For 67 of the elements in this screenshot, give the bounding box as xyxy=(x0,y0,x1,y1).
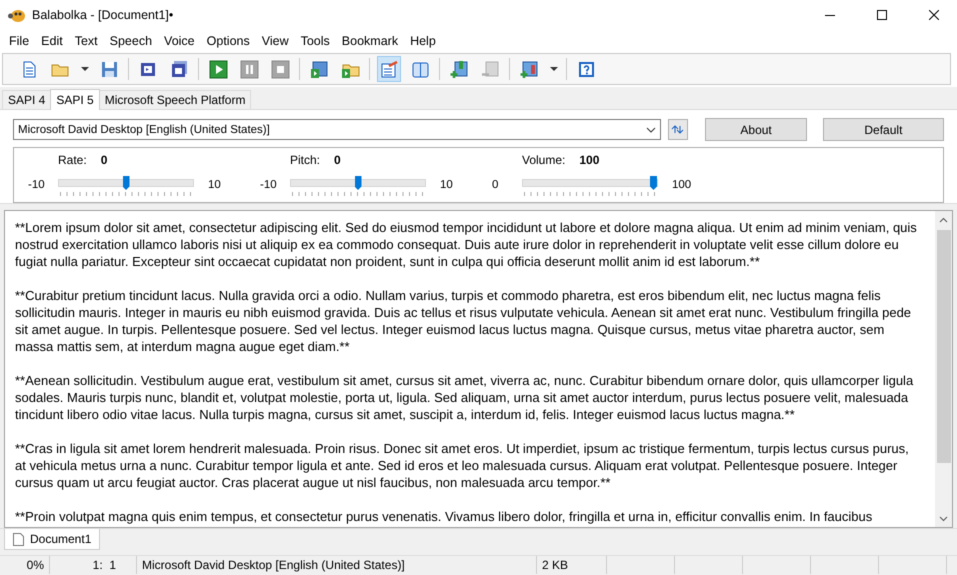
chevron-down-icon xyxy=(646,126,656,132)
menu-item[interactable]: File xyxy=(3,34,36,48)
menu-item[interactable]: Edit xyxy=(35,34,69,48)
close-icon xyxy=(929,10,939,20)
vertical-scrollbar[interactable] xyxy=(935,211,952,527)
push-button[interactable]: About xyxy=(705,118,807,141)
slider-min-label: 0 xyxy=(492,178,500,190)
book-icon xyxy=(410,60,430,78)
menu-item[interactable]: View xyxy=(256,34,295,48)
book-play-icon xyxy=(310,60,328,78)
status-cell: 0% xyxy=(0,556,50,574)
slider-label: Rate: xyxy=(58,153,87,167)
maximize-icon xyxy=(877,10,887,20)
slider-max-label: 10 xyxy=(208,178,221,190)
paragraph: **Lorem ipsum dolor sit amet, consectetur adipiscing elit. Sed do eiusmod tempor incididunt ut labore et dolore magna aliqua. Ut enim ad minim veniam, quis nostrud exercitation ullamco laboris nisi ut aliquip ex ea commodo consequat. Duis aute irure dolor in reprehenderit in voluptate velit esse cillum dolore eu fugiat nulla pariatur. Excepteur sint occaecat cupidatat non proident, sunt in culpa qui officia deserunt mollit anim id est laborum.** xyxy=(15,219,918,270)
tab[interactable]: SAPI 4 xyxy=(2,90,52,109)
tab[interactable]: Microsoft Speech Platform xyxy=(98,90,252,109)
play-icon xyxy=(208,60,228,78)
menu-item[interactable]: Text xyxy=(68,34,104,48)
app-logo-icon xyxy=(8,7,26,23)
slider-thumb[interactable] xyxy=(122,176,130,190)
push-button[interactable]: Default xyxy=(822,118,944,141)
pause-icon xyxy=(240,60,258,78)
slider-value: 100 xyxy=(579,153,600,167)
book-minus-icon xyxy=(480,60,500,78)
caret-icon xyxy=(550,67,558,71)
document-icon xyxy=(13,532,24,546)
chevron-up-icon xyxy=(939,216,948,222)
voice-dropdown[interactable]: Microsoft David Desktop [English (United States)] xyxy=(13,119,660,140)
minimize-icon xyxy=(825,14,835,16)
menu-item[interactable]: Tools xyxy=(294,34,336,48)
slider-label: Volume: xyxy=(522,153,566,167)
status-cell: 2 KB xyxy=(537,556,607,574)
slider-value: 0 xyxy=(100,153,108,167)
audio-files-icon xyxy=(170,60,188,78)
stop-icon xyxy=(270,60,290,78)
slider-thumb[interactable] xyxy=(354,176,362,190)
slider-max-label: 10 xyxy=(440,178,453,190)
menu-item[interactable]: Options xyxy=(200,34,256,48)
menu-item[interactable]: Bookmark xyxy=(336,34,404,48)
document-pencil-icon xyxy=(380,60,398,78)
menu-item[interactable]: Help xyxy=(404,34,442,48)
window-title: Balabolka - [Document1]• xyxy=(32,8,174,22)
tab[interactable]: SAPI 5 xyxy=(50,89,100,110)
menu-item[interactable]: Voice xyxy=(158,34,201,48)
slider-value: 0 xyxy=(334,153,341,167)
status-cell: 1: 1 xyxy=(50,556,137,574)
slider-min-label: -10 xyxy=(28,178,46,190)
slider-min-label: -10 xyxy=(260,178,278,190)
toolbar-button[interactable] xyxy=(377,56,401,82)
paragraph: **Aenean sollicitudin. Vestibulum augue erat, vestibulum sit amet, cursus sit amet, viverra ac, nunc. Curabitur bibendum ornare dolor, quis ullamcorper ligula sodales. Mauris turpis nunc, blandit et, volutpat molestie, porta ut, ligula. Sed aliquam, urna sit amet auctor interdum, purus lectus posuere velit, malesuada tincidunt libero odio vitae lacus. Nulla turpis magna, cursus sit amet, suscipit a, interdum id, felis. Integer euismod lacus luctus magna.** xyxy=(15,372,914,423)
paragraph: **Cras in ligula sit amet lorem hendrerit malesuada. Proin risus. Donec sit amet eros. Ut imperdiet, ipsum ac tristique fermentum, turpis lectus cursus purus, at vehicula metus urna a nunc. Curabitur tempor ligula et ante. Sed id eros et leo malesuada cursus. Aliquam erat volutpat. Pellentesque posuere. Integer cursus quam ut arcu feugiat auctor. Cras placerat augue ut nisl faucibus, non malesuada arcu tempor.** xyxy=(15,440,910,491)
slider-label: Pitch: xyxy=(290,153,320,167)
menu-item[interactable]: Speech xyxy=(104,34,158,48)
document-tab[interactable]: Document1 xyxy=(4,529,100,550)
status-cell: Microsoft David Desktop [English (United States)] xyxy=(137,556,537,574)
chevron-down-icon xyxy=(939,516,948,522)
swap-arrows-icon xyxy=(671,125,684,134)
caret-icon xyxy=(80,67,88,71)
slider-max-label: 100 xyxy=(672,178,692,190)
paragraph: **Proin volutpat magna quis enim tempus, et consectetur purus venenatis. Vivamus libero dolor, fringilla et urna in, efficitur convallis enim. In faucibus xyxy=(15,508,874,525)
swap-button[interactable] xyxy=(668,119,688,140)
book-plus-icon xyxy=(450,60,468,78)
slider-thumb[interactable] xyxy=(650,176,657,190)
paragraph: **Curabitur pretium tincidunt lacus. Nulla gravida orci a odio. Nullam varius, turpis et commodo pharetra, est eros bibendum elit, nec luctus magna felis sollicitudin mauris. Integer in mauris eu nibh euismod gravida. Duis ac tellus et risus vulputate vehicula. Aenean sit amet erat nunc. Vestibulum fringilla pede sit amet augue. In turpis. Pellentesque posuere. Sed vel lectus. Integer euismod lacus luctus magna. Quisque cursus, metus vitae pharetra auctor, sem massa mattis sem, at interdum magna augue eget diam.** xyxy=(15,287,912,355)
help-icon xyxy=(576,60,596,78)
book-plus-icon xyxy=(520,60,538,78)
